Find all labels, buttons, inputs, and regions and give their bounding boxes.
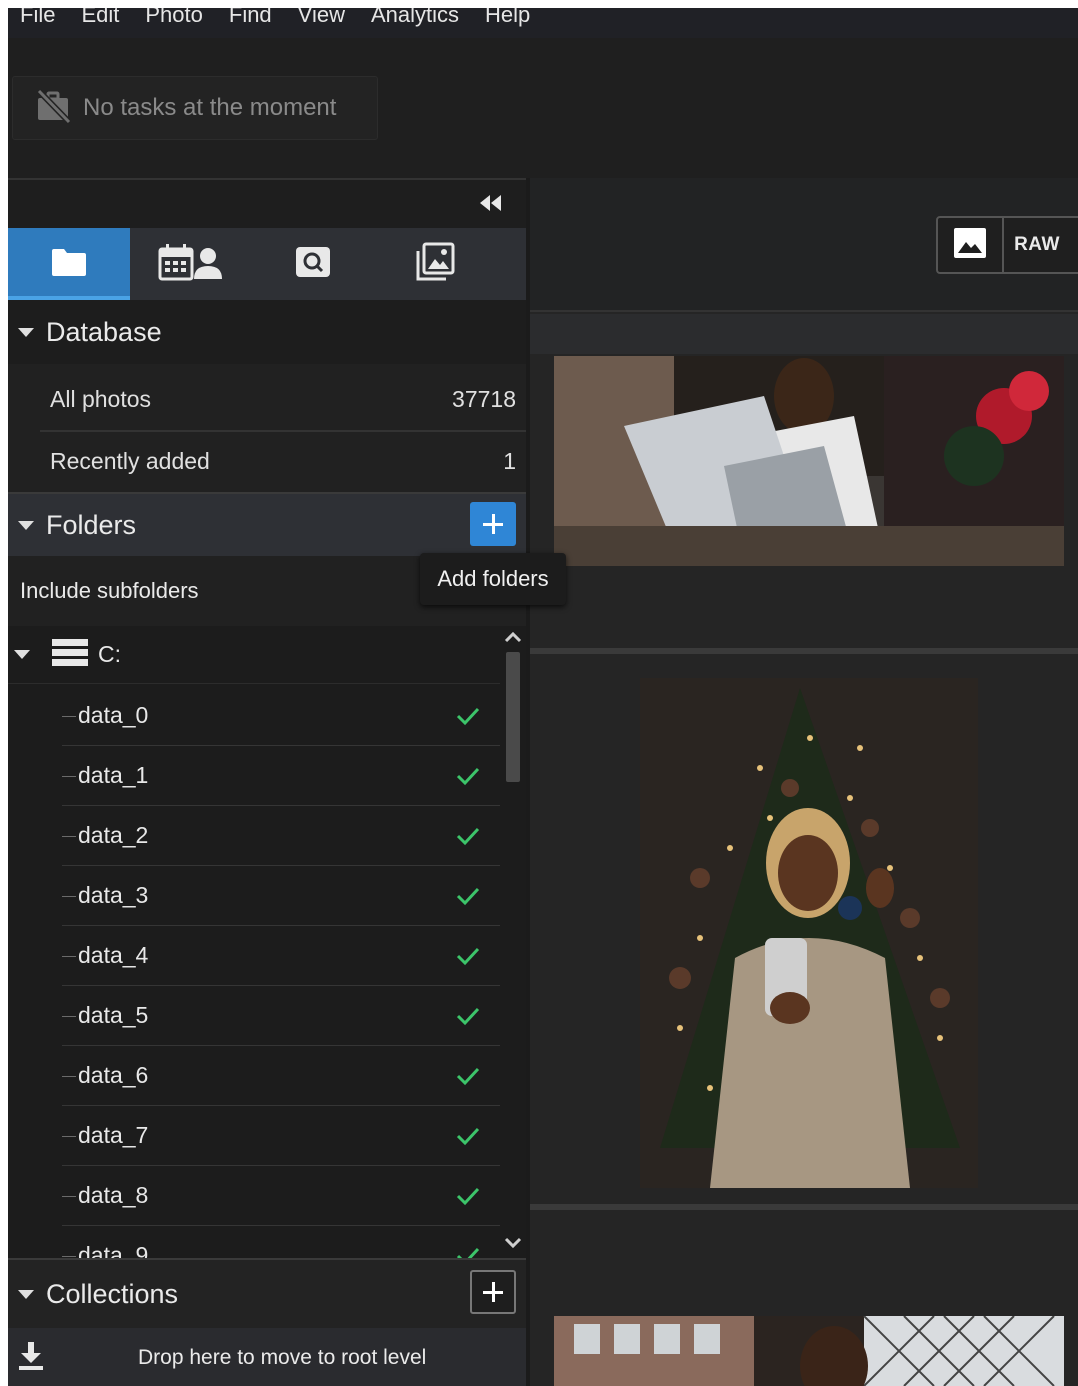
database-item-label: Recently added bbox=[50, 447, 210, 474]
tree-scrollbar[interactable] bbox=[502, 626, 524, 1258]
database-item-all-photos[interactable]: All photos 37718 bbox=[40, 370, 526, 428]
row-divider bbox=[530, 1204, 1078, 1210]
folder-item[interactable]: data_9 bbox=[62, 1226, 500, 1258]
folder-name: data_8 bbox=[78, 1182, 149, 1208]
view-mode-toggle: RAW bbox=[936, 216, 1078, 274]
check-icon bbox=[456, 1187, 480, 1206]
scroll-thumb[interactable] bbox=[506, 652, 520, 782]
photo-thumbnail[interactable] bbox=[640, 678, 978, 1188]
menu-analytics[interactable]: Analytics bbox=[371, 8, 459, 26]
collections-title: Collections bbox=[46, 1278, 179, 1309]
folder-name: data_9 bbox=[78, 1242, 149, 1258]
menu-view[interactable]: View bbox=[298, 8, 345, 26]
menu-bar: File Edit Photo Find View Analytics Help bbox=[8, 8, 1078, 38]
folder-item[interactable]: data_1 bbox=[62, 746, 500, 806]
folders-header[interactable]: Folders bbox=[8, 492, 526, 556]
collapse-panel-icon[interactable] bbox=[478, 194, 504, 212]
drive-icon bbox=[52, 638, 88, 671]
database-title: Database bbox=[46, 316, 162, 347]
app-window: File Edit Photo Find View Analytics Help… bbox=[8, 8, 1078, 1386]
menu-help[interactable]: Help bbox=[485, 8, 530, 26]
database-item-label: All photos bbox=[50, 385, 152, 412]
tab-gallery[interactable] bbox=[374, 228, 496, 300]
check-icon bbox=[456, 767, 480, 786]
folders-title: Folders bbox=[46, 509, 137, 540]
photo-grid-area: RAW bbox=[526, 178, 1078, 1386]
folder-item[interactable]: data_8 bbox=[62, 1166, 500, 1226]
add-folders-tooltip: Add folders bbox=[420, 553, 566, 605]
database-item-recently-added[interactable]: Recently added 1 bbox=[40, 432, 526, 490]
drop-zone[interactable]: Drop here to move to root level bbox=[8, 1328, 526, 1386]
scroll-up-icon[interactable] bbox=[504, 630, 522, 649]
photo-thumbnail[interactable] bbox=[554, 356, 1064, 566]
folder-name: data_0 bbox=[78, 702, 149, 728]
database-item-count: 37718 bbox=[452, 385, 516, 412]
check-icon bbox=[456, 887, 480, 906]
menu-edit[interactable]: Edit bbox=[81, 8, 119, 26]
photo-thumbnail[interactable] bbox=[554, 1316, 1064, 1386]
drop-text: Drop here to move to root level bbox=[138, 1346, 427, 1369]
menu-file[interactable]: File bbox=[20, 8, 55, 26]
image-icon bbox=[953, 227, 987, 264]
folder-name: data_3 bbox=[78, 882, 149, 908]
add-folder-button[interactable] bbox=[470, 502, 516, 546]
check-icon bbox=[456, 707, 480, 726]
check-icon bbox=[456, 1007, 480, 1026]
menu-photo[interactable]: Photo bbox=[145, 8, 203, 26]
database-item-count: 1 bbox=[503, 447, 516, 474]
caret-down-icon bbox=[18, 520, 34, 530]
grid-header-strip bbox=[530, 314, 1078, 354]
check-icon bbox=[456, 1127, 480, 1146]
folder-name: data_7 bbox=[78, 1122, 149, 1148]
folder-tree: C: data_0 data_1 data_2 data_3 data_4 da… bbox=[8, 626, 526, 1258]
folder-name: data_2 bbox=[78, 822, 149, 848]
folder-name: data_1 bbox=[78, 762, 149, 788]
tab-folders[interactable] bbox=[8, 228, 130, 300]
tasks-text: No tasks at the moment bbox=[83, 94, 337, 121]
check-icon bbox=[456, 827, 480, 846]
folder-name: data_5 bbox=[78, 1002, 149, 1028]
menu-find[interactable]: Find bbox=[229, 8, 272, 26]
check-icon bbox=[456, 1067, 480, 1086]
download-icon bbox=[18, 1341, 44, 1376]
collapse-row bbox=[8, 180, 526, 228]
caret-down-icon bbox=[18, 327, 34, 337]
gallery-icon bbox=[415, 242, 455, 287]
tasks-indicator[interactable]: No tasks at the moment bbox=[12, 76, 378, 140]
calendar-person-icon bbox=[158, 243, 224, 286]
folder-item[interactable]: data_0 bbox=[62, 686, 500, 746]
tab-calendar-people[interactable] bbox=[130, 228, 252, 300]
folder-icon bbox=[51, 247, 87, 282]
database-header[interactable]: Database bbox=[8, 300, 526, 364]
caret-down-icon bbox=[18, 1289, 34, 1299]
folder-item[interactable]: data_7 bbox=[62, 1106, 500, 1166]
folder-item[interactable]: data_5 bbox=[62, 986, 500, 1046]
include-subfolders-label: Include subfolders bbox=[20, 578, 199, 603]
folder-item[interactable]: data_4 bbox=[62, 926, 500, 986]
drive-label: C: bbox=[98, 641, 121, 667]
check-icon bbox=[456, 1247, 480, 1258]
image-view-button[interactable] bbox=[938, 218, 1004, 272]
raw-view-button[interactable]: RAW bbox=[1004, 218, 1070, 272]
tasks-area: No tasks at the moment bbox=[8, 38, 1078, 178]
check-icon bbox=[456, 947, 480, 966]
drive-row[interactable]: C: bbox=[8, 626, 500, 684]
folder-name: data_4 bbox=[78, 942, 149, 968]
left-panel: Database All photos 37718 Recently added… bbox=[8, 178, 526, 1386]
raw-label: RAW bbox=[1014, 234, 1060, 255]
no-tasks-icon bbox=[35, 88, 83, 129]
folder-item[interactable]: data_3 bbox=[62, 866, 500, 926]
add-collection-button[interactable] bbox=[470, 1270, 516, 1314]
collections-header[interactable]: Collections bbox=[8, 1258, 526, 1328]
tab-search[interactable] bbox=[252, 228, 374, 300]
scroll-down-icon[interactable] bbox=[504, 1236, 522, 1255]
folder-name: data_6 bbox=[78, 1062, 149, 1088]
panel-tabs bbox=[8, 228, 526, 300]
folder-item[interactable]: data_2 bbox=[62, 806, 500, 866]
caret-down-icon bbox=[14, 650, 30, 659]
row-divider bbox=[530, 648, 1078, 654]
search-icon bbox=[295, 246, 331, 283]
folder-item[interactable]: data_6 bbox=[62, 1046, 500, 1106]
